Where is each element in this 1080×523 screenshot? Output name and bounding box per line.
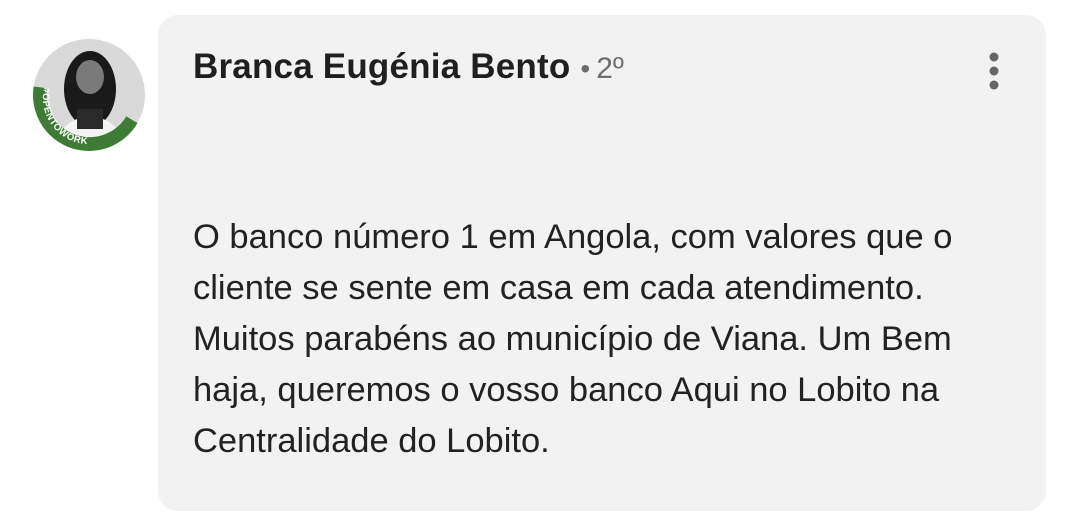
comment-text: O banco número 1 em Angola, com valores … (193, 218, 953, 460)
comment-header: Branca Eugénia Bento • 2º (193, 47, 624, 87)
author-avatar[interactable]: #OPENTOWORK (33, 39, 145, 151)
more-options-button[interactable] (982, 51, 1006, 93)
avatar-photo: #OPENTOWORK (33, 39, 145, 151)
separator-dot: • (580, 53, 591, 84)
author-name[interactable]: Branca Eugénia Bento (193, 47, 570, 87)
vertical-ellipsis-icon (989, 52, 999, 90)
connection-degree: 2º (596, 52, 624, 85)
comment-card: Branca Eugénia Bento • 2º O banco número… (158, 15, 1046, 511)
